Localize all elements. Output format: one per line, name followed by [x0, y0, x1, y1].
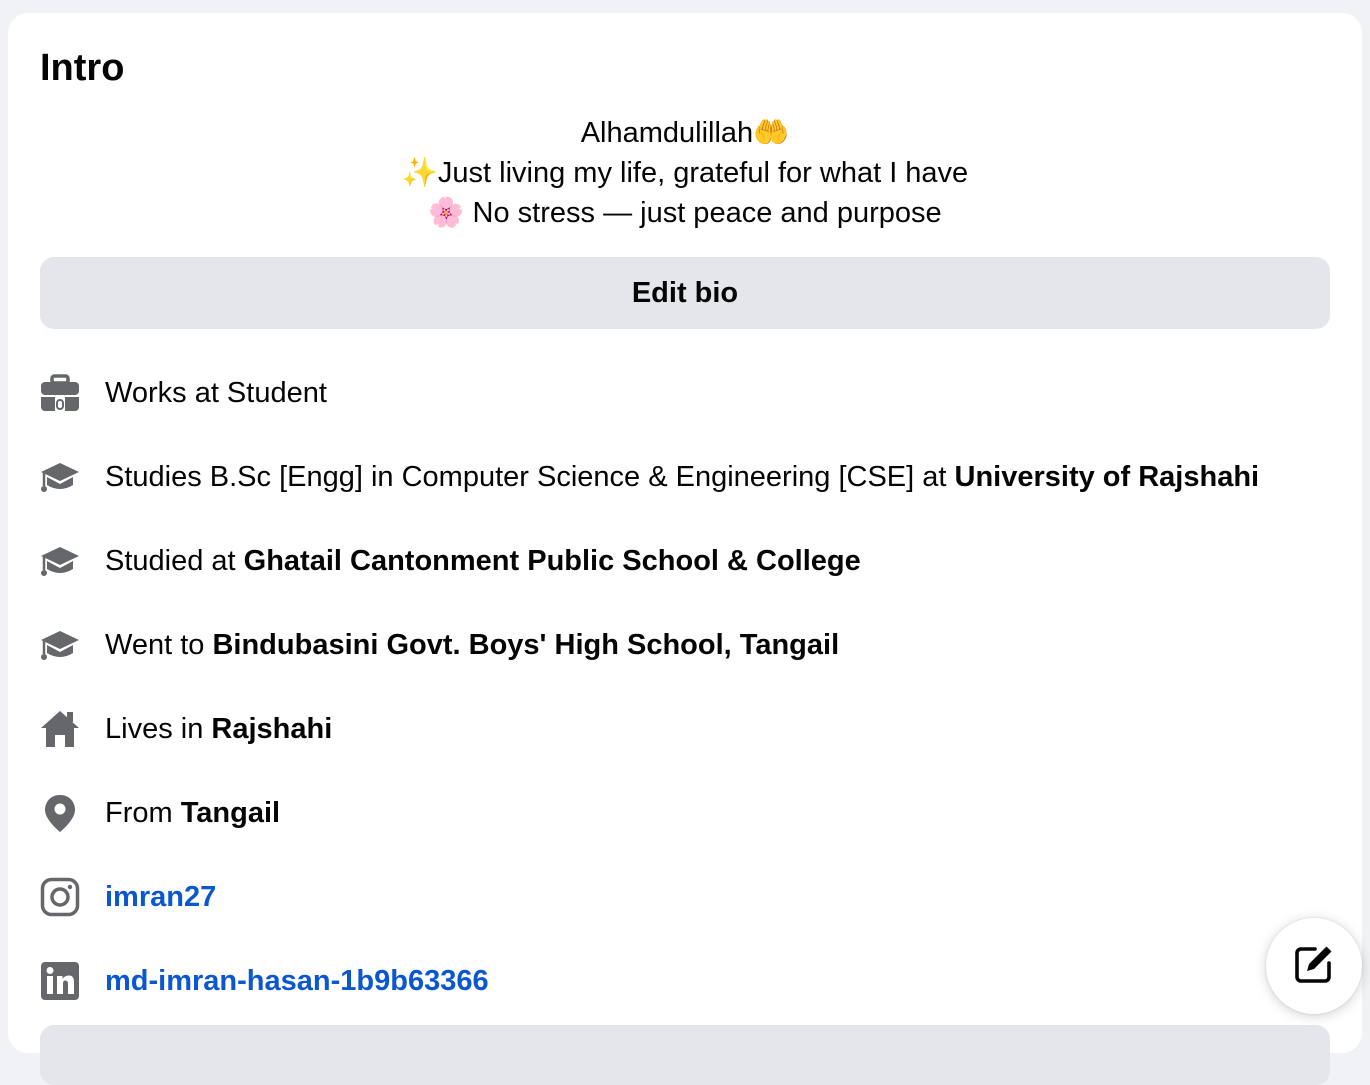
detail-emphasis[interactable]: Ghatail Cantonment Public School & Colle… [244, 545, 861, 577]
detail-text: Went to Bindubasini Govt. Boys' High Sch… [105, 627, 839, 663]
edit-details-button[interactable] [40, 1025, 1330, 1085]
briefcase-icon [40, 373, 80, 413]
linkedin-icon [40, 961, 80, 1001]
detail-prefix: From [105, 797, 181, 829]
edit-bio-button[interactable]: Edit bio [40, 257, 1330, 329]
detail-text: Lives in Rajshahi [105, 711, 332, 747]
graduation-cap-icon [40, 457, 80, 497]
detail-studied: Studied at Ghatail Cantonment Public Sch… [40, 519, 1340, 603]
detail-emphasis[interactable]: Tangail [181, 797, 280, 829]
detail-prefix: Studies B.Sc [Engg] in Computer Science … [105, 461, 955, 493]
intro-card: Intro Alhamdulillah🤲 ✨Just living my lif… [8, 13, 1362, 1085]
home-icon [40, 709, 80, 749]
linkedin-link[interactable]: md-imran-hasan-1b9b63366 [105, 965, 489, 997]
detail-text: md-imran-hasan-1b9b63366 [105, 963, 489, 999]
intro-title: Intro [40, 47, 125, 89]
detail-emphasis[interactable]: University of Rajshahi [955, 461, 1260, 493]
bio-text: Alhamdulillah🤲 ✨Just living my life, gra… [8, 113, 1362, 233]
detail-prefix: Studied at [105, 545, 244, 577]
detail-lives-in: Lives in Rajshahi [40, 687, 1340, 771]
compose-button[interactable] [1266, 918, 1362, 1014]
detail-studies: Studies B.Sc [Engg] in Computer Science … [40, 435, 1340, 519]
detail-emphasis[interactable]: Rajshahi [211, 713, 332, 745]
instagram-icon [40, 877, 80, 917]
detail-prefix: Went to [105, 629, 213, 661]
detail-went-to: Went to Bindubasini Govt. Boys' High Sch… [40, 603, 1340, 687]
instagram-link[interactable]: imran27 [105, 881, 216, 913]
detail-emphasis[interactable]: Bindubasini Govt. Boys' High School, Tan… [212, 629, 839, 661]
bio-line: Alhamdulillah🤲 [580, 117, 790, 149]
detail-text: From Tangail [105, 795, 280, 831]
detail-work: Works at Student [40, 351, 1340, 435]
detail-text: Studied at Ghatail Cantonment Public Sch… [105, 543, 861, 579]
compose-icon [1293, 943, 1335, 990]
detail-text: imran27 [105, 879, 216, 915]
detail-text: Works at Student [105, 375, 327, 411]
bio-line: 🌸 No stress — just peace and purpose [428, 197, 942, 229]
detail-prefix: Works at Student [105, 377, 327, 409]
graduation-cap-icon [40, 541, 80, 581]
location-pin-icon [40, 793, 80, 833]
detail-instagram: imran27 [40, 855, 1340, 939]
graduation-cap-icon [40, 625, 80, 665]
bio-line: ✨Just living my life, grateful for what … [401, 157, 969, 189]
detail-text: Studies B.Sc [Engg] in Computer Science … [105, 459, 1259, 495]
detail-linkedin: md-imran-hasan-1b9b63366 [40, 939, 1340, 1023]
intro-details-list: Works at Student Studies B.Sc [Engg] in … [40, 351, 1340, 1023]
detail-from: From Tangail [40, 771, 1340, 855]
detail-prefix: Lives in [105, 713, 212, 745]
